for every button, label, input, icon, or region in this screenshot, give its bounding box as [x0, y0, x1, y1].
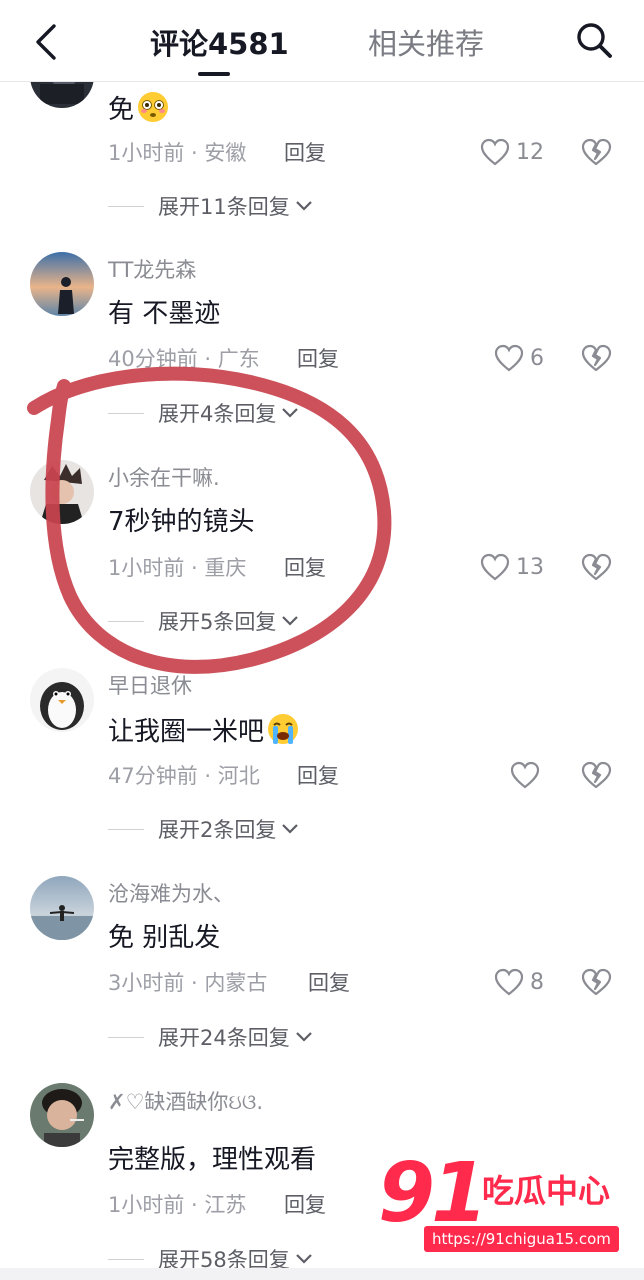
avatar[interactable] — [30, 876, 94, 940]
chevron-down-icon — [282, 408, 299, 418]
chevron-down-icon — [282, 824, 299, 834]
like-button[interactable]: 6 — [494, 342, 544, 374]
broken-heart-icon[interactable] — [580, 136, 612, 168]
comment-meta: 1小时前 · 重庆 — [108, 556, 247, 580]
like-count: 8 — [530, 969, 544, 995]
avatar[interactable] — [30, 460, 94, 524]
loudly-crying-face-emoji — [268, 714, 299, 744]
chevron-down-icon — [295, 201, 312, 211]
reply-button[interactable]: 回复 — [284, 1190, 326, 1220]
comment-meta: 1小时前 · 江苏 — [108, 1193, 247, 1217]
divider-line — [108, 1258, 144, 1260]
comment-text: 完整版，理性观看 — [108, 1145, 317, 1175]
comment-meta: 3小时前 · 内蒙古 — [108, 971, 268, 995]
comment-text: 免 — [108, 90, 170, 128]
like-button[interactable] — [510, 759, 546, 791]
broken-heart-icon[interactable] — [580, 966, 612, 998]
watermark-number: 91 — [378, 1146, 488, 1241]
heart-icon — [480, 553, 510, 581]
watermark-url: https://91chigua15.com — [424, 1226, 619, 1252]
heart-icon — [480, 138, 510, 166]
broken-heart-icon[interactable] — [580, 759, 612, 791]
divider-line — [108, 412, 144, 414]
expand-replies[interactable]: 展开4条回复 — [108, 398, 300, 428]
username[interactable]: 沧海难为水、 — [108, 880, 234, 908]
search-icon[interactable] — [574, 20, 614, 60]
comment-meta: 47分钟前 · 河北 — [108, 764, 260, 788]
bottom-input-bar — [0, 1268, 644, 1280]
active-tab-indicator — [198, 72, 230, 76]
tab-related[interactable]: 相关推荐 — [368, 24, 484, 64]
reply-button[interactable]: 回复 — [284, 553, 326, 583]
chevron-down-icon — [295, 1032, 312, 1042]
heart-icon — [494, 344, 524, 372]
broken-heart-icon[interactable] — [580, 342, 612, 374]
like-button[interactable]: 12 — [480, 136, 544, 168]
username[interactable]: 早日退休 — [108, 672, 192, 700]
heart-icon — [494, 968, 524, 996]
comments-header: 评论4581 相关推荐 — [0, 0, 644, 82]
comment-meta: 1小时前 · 安徽 — [108, 141, 247, 165]
comment-list: 免 1小时前 · 安徽 回复 12 展开11条回复 TT龙先森 有 不墨迹 40… — [0, 0, 644, 1280]
expand-replies[interactable]: 展开5条回复 — [108, 606, 300, 636]
username[interactable]: 小余在干嘛. — [108, 464, 220, 492]
chevron-left-icon[interactable] — [28, 22, 68, 62]
comment-text: 免 别乱发 — [108, 923, 221, 953]
like-count: 12 — [516, 139, 544, 165]
like-button[interactable]: 13 — [480, 551, 544, 583]
username[interactable]: TT龙先森 — [108, 256, 196, 284]
expand-replies[interactable]: 展开24条回复 — [108, 1022, 314, 1052]
like-count: 13 — [516, 554, 544, 580]
like-count: 6 — [530, 345, 544, 371]
broken-heart-icon[interactable] — [580, 551, 612, 583]
reply-button[interactable]: 回复 — [297, 344, 339, 374]
chevron-down-icon — [295, 1254, 312, 1264]
expand-replies[interactable]: 展开2条回复 — [108, 814, 300, 844]
reply-button[interactable]: 回复 — [284, 138, 326, 168]
comment-text: 让我圈一米吧 — [108, 712, 300, 750]
avatar[interactable] — [30, 252, 94, 316]
reply-button[interactable]: 回复 — [297, 761, 339, 791]
comment-meta: 40分钟前 · 广东 — [108, 347, 260, 371]
flushed-face-emoji — [138, 92, 169, 122]
avatar[interactable] — [30, 668, 94, 732]
expand-replies[interactable]: 展开11条回复 — [108, 191, 314, 221]
comment-text: 有 不墨迹 — [108, 299, 221, 329]
divider-line — [108, 1036, 144, 1038]
username[interactable]: ✗♡缺酒缺你ઇଓ. — [108, 1088, 263, 1116]
reply-button[interactable]: 回复 — [308, 968, 350, 998]
like-button[interactable]: 8 — [494, 966, 544, 998]
heart-icon — [510, 761, 540, 789]
chevron-down-icon — [282, 616, 299, 626]
divider-line — [108, 620, 144, 622]
tab-comments[interactable]: 评论4581 — [150, 24, 289, 64]
watermark-name: 吃瓜中心 — [482, 1172, 611, 1210]
divider-line — [108, 828, 144, 830]
avatar[interactable] — [30, 1083, 94, 1147]
divider-line — [108, 205, 144, 207]
watermark: 91 吃瓜中心 https://91chigua15.com — [376, 1150, 638, 1260]
comment-text: 7秒钟的镜头 — [108, 507, 255, 537]
